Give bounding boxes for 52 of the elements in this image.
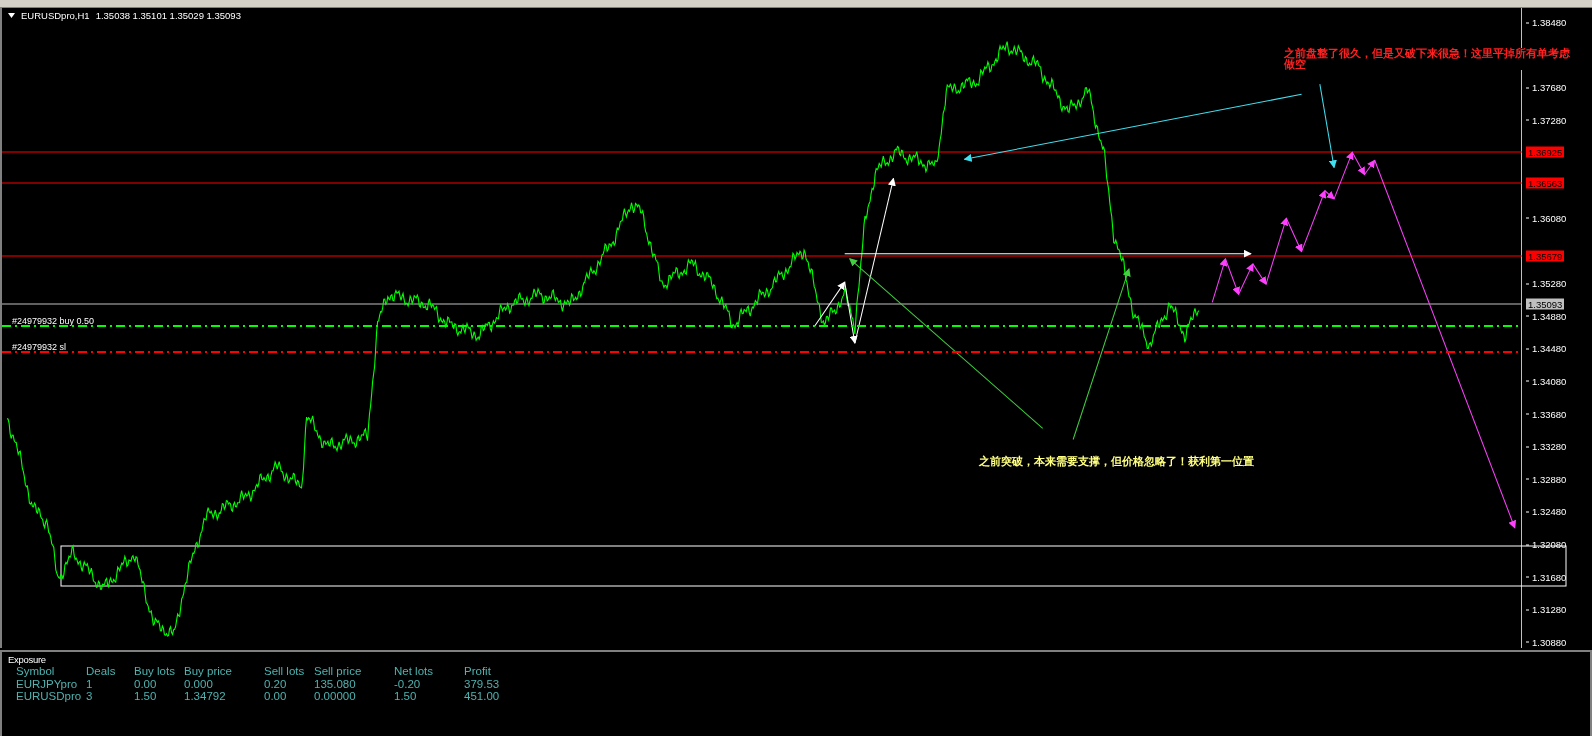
table-cell-text: 0.00000 [314, 690, 357, 703]
price-tick: 1.38480 [1528, 16, 1567, 28]
dropdown-icon[interactable] [8, 13, 15, 18]
price-tick: 1.33680 [1528, 408, 1567, 420]
price-tick: 1.35280 [1528, 277, 1567, 289]
chart-annotation: 之前盘整了很久，但是又破下来很急！这里平掉所有单考虑 做空 [1284, 48, 1570, 70]
chart-symbol: EURUSDpro,H1 [21, 10, 90, 21]
table-cell-text: 0.000 [184, 677, 214, 690]
table-cell-text: 0.00 [134, 677, 158, 690]
order-label: #24979932 buy 0.50 [12, 316, 95, 326]
price-tag: 1.36925 [1526, 146, 1565, 158]
table-cell-text: 3 [86, 690, 94, 703]
table-cell-text: 135.080 [314, 677, 357, 690]
table-cell-text: 0.00 [264, 690, 288, 703]
table-cell-text: EURJPYpro [16, 677, 79, 690]
table-cell-text: 451.00 [464, 690, 501, 703]
price-tick: 1.36080 [1528, 212, 1567, 224]
price-tick: 1.31680 [1528, 571, 1567, 583]
table-cell-text: 379.53 [464, 677, 501, 690]
table-cell-text: 1.50 [134, 690, 158, 703]
price-tick: 1.30880 [1528, 636, 1567, 648]
price-tick: 1.32080 [1528, 538, 1567, 550]
table-cell-text: 1 [86, 677, 94, 690]
price-tick: 1.34880 [1528, 310, 1567, 322]
column-header: Net lots [394, 665, 434, 678]
column-header: Sell price [314, 665, 363, 678]
price-tick: 1.32880 [1528, 473, 1567, 485]
price-tick: 1.34080 [1528, 375, 1567, 387]
ohlc-values: 1.35038 1.35101 1.35029 1.35093 [95, 10, 241, 21]
price-tick: 1.33280 [1528, 440, 1567, 452]
price-tick: 1.34480 [1528, 342, 1567, 354]
column-header: Sell lots [264, 665, 306, 678]
table-cell-text: 1.34792 [184, 690, 227, 703]
price-tick: 1.31280 [1528, 603, 1567, 615]
price-tag: 1.35679 [1526, 250, 1565, 262]
price-tick: 1.37680 [1528, 81, 1567, 93]
column-header: Buy lots [134, 665, 176, 678]
table-cell-text: 1.50 [394, 690, 418, 703]
table-cell-text: EURUSDpro [16, 690, 83, 703]
column-header: Symbol [16, 665, 56, 678]
price-tag: 1.36563 [1526, 177, 1565, 189]
price-tick: 1.37280 [1528, 114, 1567, 126]
column-header: Profit [464, 665, 492, 678]
table-cell-text: -0.20 [394, 677, 422, 690]
panel-title: Exposure [8, 654, 47, 665]
price-tag: 1.35093 [1526, 298, 1565, 310]
order-label: #24979932 sl [12, 342, 67, 352]
column-header: Buy price [184, 665, 233, 678]
price-tick: 1.32480 [1528, 505, 1567, 517]
chart-annotation: 之前突破，本来需要支撑，但价格忽略了！获利第一位置 [979, 456, 1254, 467]
table-cell-text: 0.20 [264, 677, 288, 690]
column-header: Deals [86, 665, 117, 678]
